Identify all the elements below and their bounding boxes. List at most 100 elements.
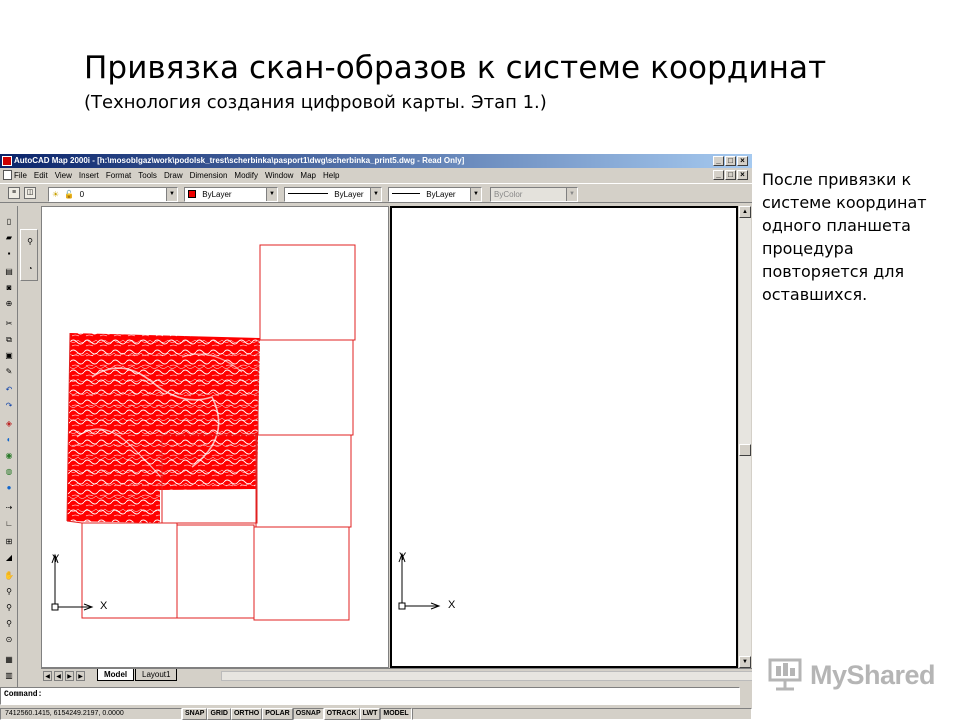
slide-subtitle: (Технология создания цифровой карты. Эта… xyxy=(84,92,547,113)
lineweight-sample xyxy=(392,193,420,194)
horizontal-scrollbar[interactable] xyxy=(221,671,752,681)
grid-toggle[interactable]: GRID xyxy=(207,708,231,720)
web-icon[interactable]: ◐ xyxy=(3,434,15,446)
zoom-window-icon[interactable]: ⚲ xyxy=(3,602,15,614)
ucs-x-label: X xyxy=(100,600,108,612)
polar-toggle[interactable]: POLAR xyxy=(262,708,293,720)
minimize-button[interactable]: _ xyxy=(713,156,724,166)
named-views-icon[interactable]: ⊞ xyxy=(3,536,15,548)
menu-format[interactable]: Format xyxy=(106,171,131,180)
sheet-frame[interactable] xyxy=(81,522,178,619)
tab-layout1[interactable]: Layout1 xyxy=(135,669,178,681)
lwt-toggle[interactable]: LWT xyxy=(359,708,381,720)
ucs-axis-icon[interactable]: ∟ xyxy=(3,518,15,530)
otrack-toggle[interactable]: OTRACK xyxy=(323,708,360,720)
tab-model[interactable]: Model xyxy=(97,669,135,681)
scroll-up-icon[interactable]: ▲ xyxy=(739,206,751,218)
prev-tab-icon[interactable]: ◀ xyxy=(54,671,63,681)
sheet-frame[interactable] xyxy=(176,524,255,619)
command-line[interactable]: Command: xyxy=(0,687,740,705)
color-value: ByLayer xyxy=(202,190,232,199)
sheet-edge xyxy=(66,520,83,524)
layers-icon[interactable]: ≡ xyxy=(8,187,20,199)
zoom-icon[interactable]: ⚲ xyxy=(24,236,36,248)
doc-close-button[interactable]: × xyxy=(737,170,748,180)
sheet-frame[interactable] xyxy=(255,434,352,528)
sheet-frame[interactable] xyxy=(253,526,350,621)
layer-previous-icon[interactable]: ◫ xyxy=(24,187,36,199)
layer-lock-icon: 🔓 xyxy=(64,190,75,199)
aerial-view-icon[interactable]: ◔ xyxy=(24,263,36,275)
scanned-raster-image xyxy=(67,333,260,523)
cut-icon[interactable]: ✂ xyxy=(3,318,15,330)
find-icon[interactable]: ⊕ xyxy=(3,298,15,310)
doc-restore-button[interactable]: □ xyxy=(725,170,736,180)
redo-icon[interactable]: ↷ xyxy=(3,400,15,412)
model-viewport-left[interactable]: Y X xyxy=(41,206,389,668)
menu-help[interactable]: Help xyxy=(323,171,339,180)
design-center-icon[interactable]: ▥ xyxy=(3,670,15,682)
color-select[interactable]: ByLayer ▼ xyxy=(184,187,278,202)
copy-icon[interactable]: ⧉ xyxy=(3,334,15,346)
zoom-previous-icon[interactable]: ⚲ xyxy=(3,618,15,630)
print-icon[interactable]: ▤ xyxy=(3,266,15,278)
model-viewport-right[interactable]: Y X xyxy=(390,206,738,668)
first-tab-icon[interactable]: ◀ xyxy=(43,671,52,681)
osnap-toggle[interactable]: OSNAP xyxy=(292,708,324,720)
chevron-down-icon: ▼ xyxy=(470,188,481,201)
distance-icon[interactable]: ⇢ xyxy=(3,502,15,514)
snap-toggle[interactable]: SNAP xyxy=(182,708,208,720)
osnap-icon[interactable]: ◍ xyxy=(3,466,15,478)
menu-file[interactable]: File xyxy=(14,171,27,180)
undo-icon[interactable]: ↶ xyxy=(3,384,15,396)
menu-view[interactable]: View xyxy=(55,171,72,180)
chevron-down-icon: ▼ xyxy=(266,188,277,201)
menu-insert[interactable]: Insert xyxy=(79,171,99,180)
menu-edit[interactable]: Edit xyxy=(34,171,48,180)
presentation-icon xyxy=(768,658,802,691)
layer-select[interactable]: ☀ 🔓 0 ▼ xyxy=(48,187,178,202)
scroll-down-icon[interactable]: ▼ xyxy=(739,656,751,668)
model-toggle[interactable]: MODEL xyxy=(380,708,412,720)
side-note: После привязки к системе координат одног… xyxy=(762,170,927,304)
window-controls: _ □ × xyxy=(713,156,748,166)
sheet-frame[interactable] xyxy=(257,339,354,436)
next-tab-icon[interactable]: ▶ xyxy=(65,671,74,681)
menu-dimension[interactable]: Dimension xyxy=(190,171,228,180)
linetype-select[interactable]: ByLayer ▼ xyxy=(284,187,382,202)
ucs-icon[interactable]: ● xyxy=(3,482,15,494)
autocad-app-icon xyxy=(2,156,12,166)
match-properties-icon[interactable]: ✎ xyxy=(3,366,15,378)
maximize-button[interactable]: □ xyxy=(725,156,736,166)
menu-draw[interactable]: Draw xyxy=(164,171,183,180)
menu-modify[interactable]: Modify xyxy=(234,171,258,180)
lineweight-select[interactable]: ByLayer ▼ xyxy=(388,187,482,202)
save-icon[interactable]: ▪ xyxy=(3,248,15,260)
properties-icon[interactable]: ▦ xyxy=(3,654,15,666)
vertical-scrollbar[interactable]: ▲ ▼ xyxy=(739,206,751,668)
open-file-icon[interactable]: ▰ xyxy=(3,232,15,244)
tracking-icon[interactable]: ◉ xyxy=(3,450,15,462)
menu-tools[interactable]: Tools xyxy=(138,171,157,180)
last-tab-icon[interactable]: ▶ xyxy=(76,671,85,681)
zoom-extents-icon[interactable]: ⊙ xyxy=(3,634,15,646)
menu-bar: File Edit View Insert Format Tools Draw … xyxy=(0,168,752,182)
doc-minimize-button[interactable]: _ xyxy=(713,170,724,180)
print-preview-icon[interactable]: ◙ xyxy=(3,282,15,294)
paste-icon[interactable]: ▣ xyxy=(3,350,15,362)
zoom-realtime-icon[interactable]: ⚲ xyxy=(3,586,15,598)
watermark-logo: MyShared xyxy=(766,656,936,692)
scroll-thumb[interactable] xyxy=(739,444,751,456)
ortho-toggle[interactable]: ORTHO xyxy=(230,708,263,720)
document-window-controls: _ □ × xyxy=(713,170,748,180)
pan-icon[interactable]: ✋ xyxy=(3,570,15,582)
new-file-icon[interactable]: ▯ xyxy=(3,216,15,228)
hyperlink-icon[interactable]: ◈ xyxy=(3,418,15,430)
close-button[interactable]: × xyxy=(737,156,748,166)
3d-view-icon[interactable]: ◢ xyxy=(3,552,15,564)
coordinate-readout: 7412560.1415, 6154249.2197, 0.0000 xyxy=(0,708,182,720)
menu-map[interactable]: Map xyxy=(300,171,316,180)
sheet-frame[interactable] xyxy=(259,244,356,341)
ucs-x-label: X xyxy=(448,599,456,611)
menu-window[interactable]: Window xyxy=(265,171,293,180)
